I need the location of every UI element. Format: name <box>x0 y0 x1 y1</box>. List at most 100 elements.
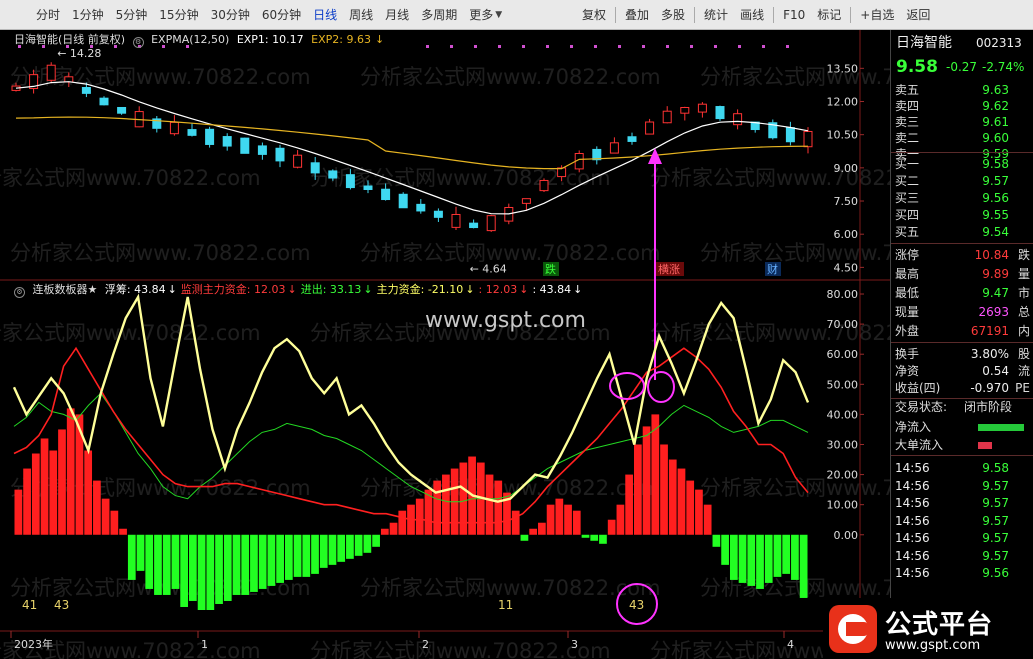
period-tab-4[interactable]: 30分钟 <box>205 6 256 24</box>
low-annotation: ← 4.64 <box>470 262 507 275</box>
settings-icon[interactable]: ⚙ <box>132 37 144 48</box>
signal-dot <box>690 45 693 48</box>
toolbar-btn-4[interactable]: 画线 <box>734 6 770 24</box>
main-legend: 日海智能(日线 前复权) ⚙ EXPMA(12,50) EXP1: 10.17 … <box>14 31 388 48</box>
bid-row[interactable]: 买一 9.58 <box>894 156 1033 172</box>
fund-bar <box>162 534 171 595</box>
event-label-1[interactable]: 横涨 <box>658 262 680 276</box>
stat-value: 9.47 <box>982 286 1009 300</box>
ask-row[interactable]: 卖四 9.62 <box>894 98 1033 114</box>
fund-bar <box>607 519 616 535</box>
fund-bar <box>171 534 180 589</box>
flow-bar <box>978 442 992 449</box>
period-tab-10[interactable]: 更多 <box>463 6 499 24</box>
fund-bar <box>756 534 764 589</box>
tick-time: 14:56 <box>895 478 930 493</box>
toolbar-btn-7[interactable]: +自选 <box>854 6 900 24</box>
price-row: 9.58 -0.27 -2.74% <box>894 56 1033 78</box>
fund-bar <box>337 534 346 562</box>
stat-row: 涨停 10.84 跌 <box>894 247 1033 263</box>
candle-body <box>187 129 197 136</box>
signal-dot <box>786 45 789 48</box>
fund-bar <box>232 534 241 595</box>
fund-bar <box>581 534 590 538</box>
period-tab-8[interactable]: 月线 <box>379 6 415 24</box>
sub-title[interactable]: 连板数板器★ <box>33 283 98 296</box>
candle-body <box>222 136 232 147</box>
ask-price: 9.60 <box>982 131 1009 145</box>
ask-row[interactable]: 卖二 9.60 <box>894 130 1033 146</box>
fund-bar <box>93 480 101 535</box>
watermark-text: 分析家公式网www.70822.com <box>0 321 261 345</box>
bid-price: 9.54 <box>982 225 1009 239</box>
toolbar-btn-3[interactable]: 统计 <box>698 6 734 24</box>
period-tab-6[interactable]: 日线 <box>307 6 343 24</box>
brand-badge: 公式平台 www.gspt.com <box>823 598 1033 659</box>
chart-svg[interactable]: 分析家公式网www.70822.com 分析家公式网www.70822.com 分析… <box>0 30 890 659</box>
event-label-2[interactable]: 财 <box>767 262 778 276</box>
ask-label: 卖三 <box>895 115 920 129</box>
fund-bar <box>459 462 468 535</box>
fund-bar <box>494 480 503 535</box>
flow-label: 净流入 <box>895 420 932 434</box>
bid-row[interactable]: 买四 9.55 <box>894 207 1033 223</box>
indicator-name[interactable]: EXPMA(12,50) <box>151 33 229 46</box>
ask-row[interactable]: 卖五 9.63 <box>894 82 1033 98</box>
fund-bar <box>764 534 773 583</box>
fund-bar <box>651 414 660 535</box>
period-tab-7[interactable]: 周线 <box>343 6 379 24</box>
fund-bar <box>590 534 599 541</box>
ask-row[interactable]: 卖三 9.61 <box>894 114 1033 130</box>
quote-panel: 日海智能 002313 9.58 -0.27 -2.74% 卖五 9.63 卖四 9.… <box>890 30 1033 659</box>
signal-dot <box>498 45 501 48</box>
toolbar-btn-2[interactable]: 多股 <box>655 6 691 24</box>
chart-area[interactable]: 分析家公式网www.70822.com 分析家公式网www.70822.com 分析… <box>0 30 890 659</box>
period-tab-2[interactable]: 5分钟 <box>110 6 154 24</box>
time-axis-label: 3 <box>571 638 578 651</box>
sub-legend: ⚙ 连板数板器★ 浮筹: 43.84 ↓ 监测主力资金: 12.03 ↓ 进出: 33.… <box>14 281 586 298</box>
indicator-tick-label: 40.00 <box>827 408 859 421</box>
candle-body <box>715 106 725 120</box>
toolbar-actions: 复权 叠加 多股 统计 画线 F10 标记 +自选 返回 <box>576 6 936 24</box>
period-tab-5[interactable]: 60分钟 <box>256 6 307 24</box>
period-tab-1[interactable]: 1分钟 <box>66 6 110 24</box>
candle-body <box>803 130 813 148</box>
toolbar-btn-6[interactable]: 标记 <box>811 6 847 24</box>
fund-bar <box>747 534 756 586</box>
brand-logo-icon <box>829 605 877 653</box>
toolbar-btn-5[interactable]: F10 <box>777 6 811 24</box>
stat-label: 涨停 <box>895 248 920 262</box>
fund-bar <box>712 534 721 547</box>
fund-bar <box>738 534 747 583</box>
bid-row[interactable]: 买五 9.54 <box>894 224 1033 240</box>
period-tab-9[interactable]: 多周期 <box>415 6 463 24</box>
toolbar-separator <box>694 7 696 23</box>
stat-tail: 量 <box>1017 267 1030 281</box>
fund-bar <box>529 528 538 535</box>
price-tick-label: 13.50 <box>827 62 859 75</box>
ask-price: 9.62 <box>982 99 1009 113</box>
toolbar-btn-8[interactable]: 返回 <box>900 6 936 24</box>
bid-row[interactable]: 买二 9.57 <box>894 173 1033 189</box>
bid-row[interactable]: 买三 9.56 <box>894 190 1033 206</box>
watermark-text: 分析家公式网www.70822.com <box>360 576 661 600</box>
toolbar-btn-0[interactable]: 复权 <box>576 6 612 24</box>
fund-bar <box>546 504 555 535</box>
candle-body <box>680 107 690 114</box>
signal-dot <box>426 45 429 48</box>
stat-value: 10.84 <box>974 248 1009 262</box>
period-tab-0[interactable]: 分时 <box>30 6 66 24</box>
period-tab-3[interactable]: 15分钟 <box>153 6 204 24</box>
watermark-text: 分析家公式网www.70822.com <box>360 241 661 265</box>
event-label-0[interactable]: 跌 <box>545 262 556 276</box>
bid-label: 买一 <box>895 157 920 171</box>
toolbar-btn-1[interactable]: 叠加 <box>619 6 655 24</box>
fund-bar <box>154 534 162 595</box>
settings-icon[interactable]: ⚙ <box>14 287 25 298</box>
down-arrow-icon: ↓ <box>287 283 297 296</box>
stat-row: 最高 9.89 量 <box>894 266 1033 282</box>
candle-body <box>433 210 443 218</box>
stat-tail: 总 <box>1017 305 1030 319</box>
candle-body <box>609 142 619 154</box>
tick-time: 14:56 <box>895 461 930 475</box>
